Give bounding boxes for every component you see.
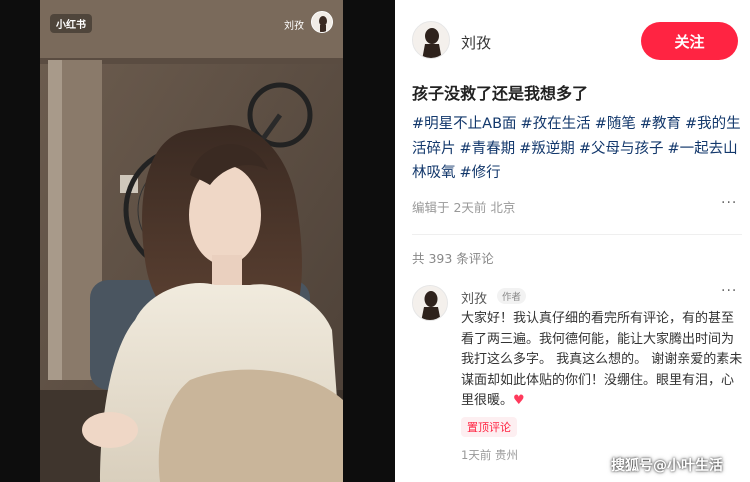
author-name[interactable]: 刘孜	[461, 32, 491, 53]
comment-body: 大家好！我认真仔细的看完所有评论，有的甚至看了两三遍。我何德何能，能让大家腾出时…	[461, 311, 743, 408]
tag-link[interactable]: #父母与孩子	[579, 141, 664, 157]
post-title: 孩子没救了还是我想多了	[412, 84, 589, 103]
tag-link[interactable]: #青春期	[460, 141, 516, 157]
tag-link[interactable]: #修行	[460, 165, 501, 181]
xiaohongshu-watermark-logo: 小红书	[50, 14, 92, 33]
post-detail-panel: 刘孜 关注 孩子没救了还是我想多了 #明星不止AB面 #孜在生活 #随笔 #教育 #我的…	[395, 0, 750, 482]
video-letterbox-right	[343, 0, 395, 482]
comment-meta: 1天前 贵州	[461, 448, 518, 462]
watermark-avatar	[311, 11, 333, 33]
follow-button[interactable]: 关注	[641, 22, 738, 60]
author-badge: 作者	[497, 288, 527, 304]
tag-link[interactable]: #教育	[640, 116, 681, 132]
video-letterbox-left	[0, 0, 40, 482]
comment-count: 共 393 条评论	[412, 251, 494, 266]
more-icon[interactable]: ···	[721, 283, 737, 299]
tag-link[interactable]: #明星不止AB面	[412, 116, 517, 132]
divider	[412, 234, 742, 235]
sohu-watermark: 搜狐号@小叶生活	[611, 458, 723, 474]
tag-link[interactable]: #叛逆期	[519, 141, 575, 157]
comment-author-name[interactable]: 刘孜	[461, 288, 487, 307]
comment-text: 大家好！我认真仔细的看完所有评论，有的甚至看了两三遍。我何德何能，能让大家腾出时…	[461, 309, 743, 412]
tag-link[interactable]: #孜在生活	[521, 116, 591, 132]
comment-avatar[interactable]	[412, 285, 448, 321]
video-player[interactable]: 小红书 刘孜	[0, 0, 395, 482]
pinned-comment-badge: 置顶评论	[461, 417, 517, 437]
watermark-username: 刘孜	[284, 21, 304, 32]
avatar-portrait-icon	[413, 286, 447, 320]
post-tags: #明星不止AB面 #孜在生活 #随笔 #教育 #我的生活碎片 #青春期 #叛逆期 #父母与孩子…	[412, 112, 742, 186]
tag-link[interactable]: #随笔	[595, 116, 636, 132]
author-avatar[interactable]	[412, 21, 450, 59]
video-scene-illustration	[40, 0, 343, 482]
video-frame	[40, 0, 343, 482]
more-icon[interactable]: ···	[721, 195, 737, 211]
heart-icon: ♥	[513, 393, 525, 408]
post-meta: 编辑于 2天前 北京	[412, 200, 516, 215]
avatar-portrait-icon	[413, 22, 449, 58]
